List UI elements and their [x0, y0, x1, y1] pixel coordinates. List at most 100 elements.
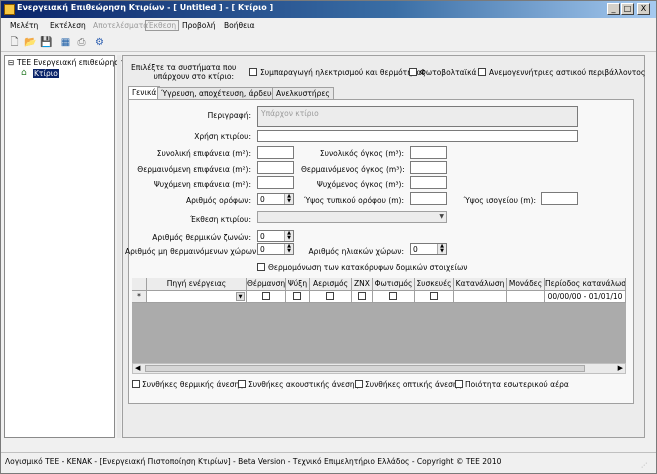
grid-header-consumption[interactable]: Κατανάλωση	[454, 278, 507, 291]
building-use-input[interactable]	[257, 130, 578, 142]
title-bar[interactable]: Ενεργειακή Επιθεώρηση Κτιρίων - [ Untitl…	[1, 1, 656, 18]
grid-corner	[132, 278, 147, 291]
zones-value: 0	[260, 232, 265, 241]
tab-elevators[interactable]: Ανελκυστήρες	[272, 87, 334, 99]
lighting-cell[interactable]	[373, 291, 415, 303]
visual-comfort-checkbox[interactable]	[355, 380, 363, 388]
tab-water[interactable]: Ύγρευση, αποχέτευση, άρδευση	[157, 87, 285, 99]
menu-item-results[interactable]: Αποτελέσματα	[93, 21, 148, 30]
solar-spaces-label: Αριθμός ηλιακών χώρων:	[308, 247, 404, 256]
project-tree[interactable]: ⊟ ΤΕΕ Ενεργειακή επιθεώρηση ⌂ Κτίριο	[4, 55, 124, 438]
save-icon[interactable]: 💾	[40, 37, 53, 49]
total-volume-label: Συνολικός όγκος (m³):	[319, 149, 404, 158]
cooled-area-input[interactable]	[257, 176, 294, 189]
new-row-marker: *	[132, 291, 147, 303]
grid-header-period[interactable]: Περίοδος κατανάλωσης	[545, 278, 626, 291]
menu-item-run[interactable]: Εκτέλεση	[50, 21, 86, 30]
spin-arrows-icon[interactable]: ▲ ▼	[284, 194, 293, 204]
menu-item-report[interactable]: Έκθεση	[145, 20, 180, 31]
zones-label: Αριθμός θερμικών ζωνών:	[152, 233, 251, 242]
toolbar: 🗋 📂 💾 ▦ ⎙ ⚙	[1, 35, 656, 52]
grid-header-lighting[interactable]: Φωτισμός	[373, 278, 415, 291]
dhw-cell[interactable]	[352, 291, 373, 303]
tree-item-building[interactable]: Κτίριο	[33, 69, 59, 78]
floors-stepper[interactable]: 0 ▲ ▼	[257, 193, 294, 205]
grid-horizontal-scrollbar[interactable]: ◀ ▶	[132, 363, 626, 374]
grid-header-appliances[interactable]: Συσκευές	[415, 278, 454, 291]
solar-spaces-value: 0	[413, 245, 418, 254]
indoor-air-checkbox[interactable]	[455, 380, 463, 388]
period-cell[interactable]: 00/00/00 - 01/01/10	[545, 291, 626, 303]
menu-item-help[interactable]: Βοήθεια	[224, 21, 255, 30]
status-bar: Λογισμικό ΤΕΕ - ΚΕΝΑΚ - [Ενεργειακή Πιστ…	[1, 452, 656, 473]
consumption-cell[interactable]	[454, 291, 507, 303]
settings-icon[interactable]: ⚙	[93, 37, 106, 49]
cooling-checkbox[interactable]	[293, 292, 301, 300]
appliances-checkbox[interactable]	[430, 292, 438, 300]
photovoltaic-checkbox[interactable]	[409, 68, 417, 76]
heating-cell[interactable]	[247, 291, 286, 303]
heated-volume-label: Θερμαινόμενος όγκος (m³):	[301, 165, 405, 174]
energy-source-select[interactable]: ▼	[147, 291, 247, 303]
floor-height-input[interactable]	[410, 192, 447, 205]
ventilation-cell[interactable]	[310, 291, 352, 303]
description-field[interactable]: Υπάρχον κτίριο	[257, 106, 578, 127]
cooling-cell[interactable]	[286, 291, 310, 303]
unheated-spaces-stepper[interactable]: 0 ▲ ▼	[257, 243, 294, 255]
spin-arrows-icon[interactable]: ▲ ▼	[284, 244, 293, 254]
tab-general[interactable]: Γενικά	[128, 86, 161, 100]
heating-checkbox[interactable]	[262, 292, 270, 300]
grid-header-units[interactable]: Μονάδες	[507, 278, 545, 291]
scroll-thumb[interactable]	[145, 365, 585, 372]
total-area-input[interactable]	[257, 146, 294, 159]
grid-header-cooling[interactable]: Ψύξη	[286, 278, 310, 291]
acoustic-comfort-checkbox[interactable]	[238, 380, 246, 388]
scroll-left-icon[interactable]: ◀	[135, 364, 140, 372]
ground-height-input[interactable]	[541, 192, 578, 205]
close-button[interactable]: X	[637, 3, 650, 15]
new-file-icon[interactable]: 🗋	[8, 37, 21, 49]
grid-header-dhw[interactable]: ΖΝΧ	[352, 278, 373, 291]
spin-arrows-icon[interactable]: ▲ ▼	[284, 231, 293, 241]
cooled-volume-input[interactable]	[410, 176, 447, 189]
open-folder-icon[interactable]: 📂	[24, 37, 37, 49]
solar-spaces-stepper[interactable]: 0 ▲ ▼	[410, 243, 447, 255]
app-window: Ενεργειακή Επιθεώρηση Κτιρίων - [ Untitl…	[0, 0, 657, 474]
ventilation-checkbox[interactable]	[326, 292, 334, 300]
indoor-air-label: Ποιότητα εσωτερικού αέρα	[465, 380, 569, 389]
panel-splitter[interactable]	[117, 55, 121, 438]
tree-root[interactable]: ΤΕΕ Ενεργειακή επιθεώρηση	[17, 58, 124, 67]
resize-grip-icon[interactable]: ⋰	[641, 462, 647, 469]
menu-item-study[interactable]: Μελέτη	[10, 21, 38, 30]
zones-stepper[interactable]: 0 ▲ ▼	[257, 230, 294, 242]
grid-header-source[interactable]: Πηγή ενέργειας	[147, 278, 247, 291]
app-icon	[4, 4, 15, 15]
dhw-checkbox[interactable]	[358, 292, 366, 300]
building-icon: ⌂	[21, 68, 27, 78]
lighting-checkbox[interactable]	[389, 292, 397, 300]
exposure-select[interactable]: ▼	[257, 211, 447, 223]
thermal-comfort-checkbox[interactable]	[132, 380, 140, 388]
insulation-checkbox[interactable]	[257, 263, 265, 271]
spin-arrows-icon[interactable]: ▲ ▼	[437, 244, 446, 254]
heated-area-input[interactable]	[257, 161, 294, 174]
building-use-label: Χρήση κτιρίου:	[194, 132, 251, 141]
total-volume-input[interactable]	[410, 146, 447, 159]
total-area-label: Συνολική επιφάνεια (m²):	[156, 149, 251, 158]
systems-prompt-line1: Επιλέξτε τα συστήματα που	[131, 63, 237, 72]
grid-header-heating[interactable]: Θέρμανση	[247, 278, 286, 291]
scroll-right-icon[interactable]: ▶	[618, 364, 623, 372]
cogeneration-checkbox[interactable]	[249, 68, 257, 76]
heated-volume-input[interactable]	[410, 161, 447, 174]
appliances-cell[interactable]	[415, 291, 454, 303]
dropdown-arrow-icon[interactable]: ▼	[236, 292, 245, 301]
minimize-button[interactable]: _	[607, 3, 620, 15]
units-cell[interactable]	[507, 291, 545, 303]
print-icon[interactable]: ⎙	[75, 37, 88, 49]
restore-button[interactable]: □	[621, 3, 634, 15]
grid-header-ventilation[interactable]: Αερισμός	[310, 278, 352, 291]
tree-expander-icon[interactable]: ⊟	[8, 58, 14, 67]
calculate-icon[interactable]: ▦	[59, 37, 72, 49]
wind-turbines-checkbox[interactable]	[478, 68, 486, 76]
menu-item-view[interactable]: Προβολή	[182, 21, 216, 30]
